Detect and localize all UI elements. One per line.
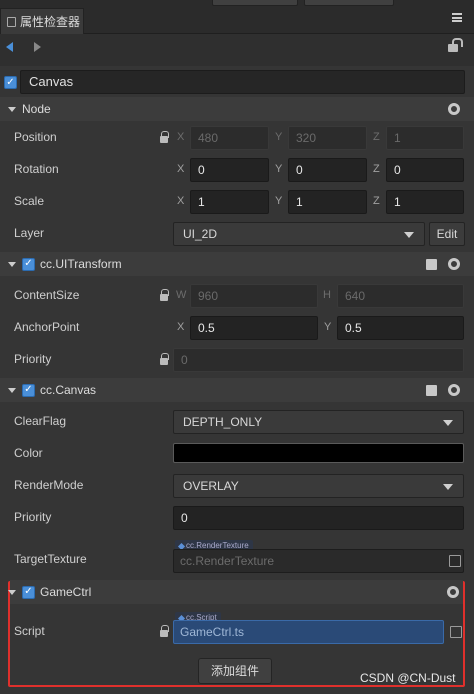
section-node[interactable]: Node bbox=[0, 97, 474, 121]
scale-z-field[interactable]: 1 bbox=[386, 190, 464, 214]
unlock-icon[interactable] bbox=[448, 38, 463, 52]
axis-label: W bbox=[176, 289, 187, 301]
collapse-arrow-icon[interactable] bbox=[8, 261, 16, 267]
property-label: RenderMode bbox=[14, 478, 84, 492]
rotation-z-field[interactable]: 0 bbox=[386, 158, 464, 182]
inspector-toolbar bbox=[0, 34, 474, 66]
axis-label: X bbox=[177, 195, 185, 207]
uitransform-priority-field: 0 bbox=[173, 348, 464, 372]
canvas-priority-field[interactable]: 0 bbox=[173, 506, 464, 530]
menu-icon[interactable] bbox=[452, 13, 462, 22]
layer-select[interactable]: UI_2D bbox=[173, 222, 425, 246]
property-label: AnchorPoint bbox=[14, 320, 80, 334]
section-title: Node bbox=[22, 102, 51, 116]
collapse-arrow-icon[interactable] bbox=[8, 589, 16, 595]
collapse-arrow-icon[interactable] bbox=[8, 106, 16, 112]
anchor-x-field[interactable]: 0.5 bbox=[190, 316, 318, 340]
forward-arrow-icon[interactable] bbox=[34, 42, 41, 52]
gear-icon[interactable] bbox=[447, 586, 459, 598]
axis-label: Y bbox=[275, 163, 283, 175]
property-label: TargetTexture bbox=[14, 552, 87, 566]
section-title: cc.Canvas bbox=[40, 383, 97, 397]
clear-flag-select[interactable]: DEPTH_ONLY bbox=[173, 410, 464, 434]
axis-label: H bbox=[323, 289, 331, 301]
panel-title: 属性检查器 bbox=[20, 15, 81, 29]
property-label: Rotation bbox=[14, 162, 59, 176]
gear-icon[interactable] bbox=[448, 384, 460, 396]
rotation-x-field[interactable]: 0 bbox=[190, 158, 269, 182]
component-enabled-checkbox[interactable]: ✓ bbox=[22, 585, 35, 599]
property-label: Layer bbox=[14, 226, 45, 240]
component-enabled-checkbox[interactable]: ✓ bbox=[22, 257, 35, 271]
top-toolbar-button[interactable] bbox=[304, 0, 394, 6]
section-gamectrl[interactable]: ✓ GameCtrl bbox=[8, 580, 463, 604]
section-title: GameCtrl bbox=[40, 585, 92, 599]
collapse-arrow-icon[interactable] bbox=[8, 387, 16, 393]
property-label: ContentSize bbox=[14, 288, 80, 302]
color-swatch[interactable] bbox=[173, 443, 464, 463]
help-book-icon[interactable] bbox=[426, 259, 437, 270]
rotation-y-field[interactable]: 0 bbox=[288, 158, 367, 182]
axis-label: X bbox=[177, 321, 185, 333]
lock-icon bbox=[160, 353, 169, 365]
property-label: Script bbox=[14, 624, 45, 638]
position-z-field: 1 bbox=[386, 126, 464, 150]
property-label: ClearFlag bbox=[14, 414, 67, 428]
axis-label: Y bbox=[275, 131, 283, 143]
section-uitransform[interactable]: ✓ cc.UITransform bbox=[0, 252, 474, 276]
lock-icon bbox=[160, 289, 169, 301]
node-name-input[interactable]: Canvas bbox=[20, 70, 465, 94]
asset-picker-icon bbox=[450, 626, 462, 638]
add-component-button[interactable]: 添加组件 bbox=[198, 658, 272, 684]
axis-label: Y bbox=[324, 321, 332, 333]
lock-icon bbox=[160, 625, 169, 637]
section-canvas[interactable]: ✓ cc.Canvas bbox=[0, 378, 474, 402]
scale-y-field[interactable]: 1 bbox=[288, 190, 367, 214]
component-enabled-checkbox[interactable]: ✓ bbox=[22, 383, 35, 397]
target-texture-field[interactable]: cc.RenderTexture bbox=[173, 549, 464, 573]
watermark: CSDN @CN-Dust bbox=[360, 671, 456, 685]
position-y-field: 320 bbox=[288, 126, 367, 150]
gear-icon[interactable] bbox=[448, 258, 460, 270]
property-label: Priority bbox=[14, 510, 52, 524]
content-size-h-field: 640 bbox=[337, 284, 464, 308]
back-arrow-icon[interactable] bbox=[6, 42, 13, 52]
lock-icon bbox=[160, 131, 169, 143]
gear-icon[interactable] bbox=[448, 103, 460, 115]
property-label: Priority bbox=[14, 352, 52, 366]
property-label: Color bbox=[14, 446, 43, 460]
script-asset-field: GameCtrl.ts bbox=[173, 620, 444, 644]
position-x-field: 480 bbox=[190, 126, 269, 150]
layer-edit-button[interactable]: Edit bbox=[429, 222, 465, 246]
asset-picker-icon[interactable] bbox=[449, 555, 461, 567]
property-label: Scale bbox=[14, 194, 45, 208]
anchor-y-field[interactable]: 0.5 bbox=[337, 316, 464, 340]
tab-inspector[interactable]: 属性检查器 bbox=[0, 8, 84, 34]
axis-label: X bbox=[177, 163, 185, 175]
node-active-checkbox[interactable]: ✓ bbox=[4, 76, 17, 89]
render-mode-select[interactable]: OVERLAY bbox=[173, 474, 464, 498]
axis-label: X bbox=[177, 131, 185, 143]
axis-label: Y bbox=[275, 195, 283, 207]
axis-label: Z bbox=[373, 131, 380, 143]
section-title: cc.UITransform bbox=[40, 257, 122, 271]
property-label: Position bbox=[14, 130, 57, 144]
help-book-icon[interactable] bbox=[426, 385, 437, 396]
inspector-icon bbox=[7, 16, 16, 27]
scale-x-field[interactable]: 1 bbox=[190, 190, 269, 214]
top-toolbar-button[interactable] bbox=[212, 0, 298, 6]
content-size-w-field: 960 bbox=[190, 284, 318, 308]
axis-label: Z bbox=[373, 163, 380, 175]
axis-label: Z bbox=[373, 195, 380, 207]
